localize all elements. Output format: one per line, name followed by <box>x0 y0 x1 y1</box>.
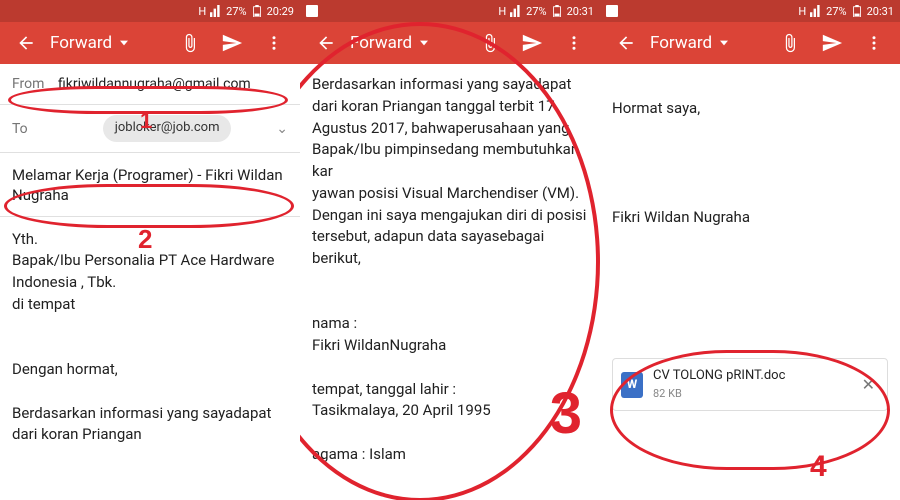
attachment-name: CV TOLONG pRINT.doc <box>653 367 848 386</box>
battery-icon <box>851 5 863 17</box>
from-row[interactable]: From fikriwildannugraha@gmail.com <box>0 64 300 105</box>
compose-content: From fikriwildannugraha@gmail.com To job… <box>0 64 300 446</box>
image-icon <box>306 5 318 17</box>
screen-3: H 27% 20:31 Forward Hormat saya, Fikri W… <box>600 0 900 500</box>
send-icon <box>821 32 843 54</box>
battery-icon <box>251 5 263 17</box>
attachment-size: 82 KB <box>653 386 848 402</box>
battery-text: 27% <box>226 5 246 18</box>
appbar-title: Forward <box>350 33 412 53</box>
send-icon <box>221 32 243 54</box>
doc-icon: W <box>621 372 643 398</box>
app-bar: Forward <box>0 22 300 64</box>
to-row[interactable]: To jobloker@job.com ⌄ <box>0 105 300 153</box>
signal-icon <box>210 5 222 17</box>
from-value: fikriwildannugraha@gmail.com <box>58 74 288 94</box>
appbar-title: Forward <box>650 33 712 53</box>
app-bar: Forward <box>600 22 900 64</box>
overflow-button[interactable] <box>256 25 292 61</box>
status-bar: H 27% 20:31 <box>300 0 600 22</box>
send-icon <box>521 32 543 54</box>
net-icon: H <box>198 5 206 18</box>
battery-text: 27% <box>826 5 846 18</box>
overflow-button[interactable] <box>556 25 592 61</box>
clock-text: 20:31 <box>567 5 594 18</box>
status-bar: H 27% 20:31 <box>600 0 900 22</box>
signal-icon <box>510 5 522 17</box>
from-label: From <box>12 74 58 94</box>
back-button[interactable] <box>308 25 344 61</box>
remove-attachment-button[interactable]: ✕ <box>858 369 879 400</box>
back-button[interactable] <box>608 25 644 61</box>
attach-button[interactable] <box>772 25 808 61</box>
screen-1: H 27% 20:29 Forward From fikriwildannugr… <box>0 0 300 500</box>
compose-content: Hormat saya, Fikri Wildan Nugraha W CV T… <box>600 64 900 411</box>
send-button[interactable] <box>514 25 550 61</box>
dropdown-icon[interactable] <box>420 39 428 47</box>
chevron-down-icon[interactable]: ⌄ <box>276 119 288 139</box>
paperclip-icon <box>480 33 500 53</box>
subject-field[interactable]: Melamar Kerja (Programer) - Fikri Wildan… <box>0 153 300 217</box>
compose-content: Berdasarkan informasi yang sayadapat dar… <box>300 64 600 466</box>
body-text[interactable]: Berdasarkan informasi yang sayadapat dar… <box>300 64 600 466</box>
to-label: To <box>12 119 58 139</box>
net-icon: H <box>798 5 806 18</box>
arrow-left-icon <box>316 33 336 53</box>
attach-button[interactable] <box>172 25 208 61</box>
dropdown-icon[interactable] <box>720 39 728 47</box>
more-vert-icon <box>565 34 583 52</box>
dropdown-icon[interactable] <box>120 39 128 47</box>
image-icon <box>606 5 618 17</box>
back-button[interactable] <box>8 25 44 61</box>
signal-icon <box>810 5 822 17</box>
to-chip[interactable]: jobloker@job.com <box>103 115 232 142</box>
arrow-left-icon <box>616 33 636 53</box>
battery-icon <box>551 5 563 17</box>
send-button[interactable] <box>814 25 850 61</box>
appbar-title: Forward <box>50 33 112 53</box>
battery-text: 27% <box>526 5 546 18</box>
net-icon: H <box>498 5 506 18</box>
more-vert-icon <box>265 34 283 52</box>
body-text[interactable]: Hormat saya, Fikri Wildan Nugraha <box>600 64 900 228</box>
attach-button[interactable] <box>472 25 508 61</box>
app-bar: Forward <box>300 22 600 64</box>
attachment-card[interactable]: W CV TOLONG pRINT.doc 82 KB ✕ <box>612 358 888 411</box>
screen-2: H 27% 20:31 Forward Berdasarkan informas… <box>300 0 600 500</box>
clock-text: 20:29 <box>267 5 294 18</box>
paperclip-icon <box>780 33 800 53</box>
arrow-left-icon <box>16 33 36 53</box>
paperclip-icon <box>180 33 200 53</box>
more-vert-icon <box>865 34 883 52</box>
overflow-button[interactable] <box>856 25 892 61</box>
clock-text: 20:31 <box>867 5 894 18</box>
body-text[interactable]: Yth. Bapak/Ibu Personalia PT Ace Hardwar… <box>0 217 300 447</box>
status-bar: H 27% 20:29 <box>0 0 300 22</box>
send-button[interactable] <box>214 25 250 61</box>
